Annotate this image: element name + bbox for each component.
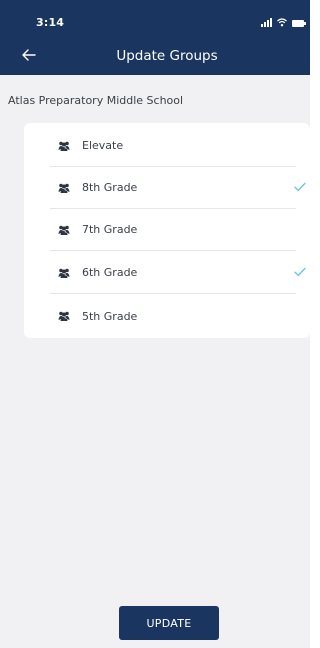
battery-icon	[292, 20, 306, 27]
group-icon	[57, 267, 71, 279]
page-title: Update Groups	[116, 48, 218, 64]
app-screen: 3:14 Update Groups Atlas Preparatory Mid…	[0, 0, 310, 648]
group-icon	[57, 310, 71, 322]
status-icons	[261, 17, 306, 27]
status-time: 3:14	[36, 16, 65, 29]
group-icon	[57, 182, 71, 194]
checkmark-icon	[294, 182, 306, 192]
app-header: 3:14 Update Groups	[0, 0, 310, 75]
group-item-5th-grade[interactable]: 5th Grade	[50, 295, 296, 337]
school-name: Atlas Preparatory Middle School	[8, 94, 184, 107]
group-label: 6th Grade	[82, 266, 138, 279]
group-item-6th-grade[interactable]: 6th Grade	[50, 252, 306, 294]
group-item-7th-grade[interactable]: 7th Grade	[50, 209, 296, 251]
group-label: 7th Grade	[82, 223, 138, 236]
group-label: Elevate	[82, 139, 124, 152]
checkmark-icon	[294, 267, 306, 277]
groups-list: Elevate 8th Grade 7th Grade 6th Grade 5t…	[24, 123, 310, 338]
signal-icon	[261, 18, 272, 27]
group-item-8th-grade[interactable]: 8th Grade	[50, 167, 306, 209]
wifi-icon	[277, 18, 287, 27]
group-icon	[57, 224, 71, 236]
group-icon	[57, 140, 71, 152]
update-button[interactable]: UPDATE	[119, 606, 219, 640]
group-item-elevate[interactable]: Elevate	[50, 125, 296, 167]
group-label: 5th Grade	[82, 309, 138, 323]
group-label: 8th Grade	[82, 181, 138, 194]
